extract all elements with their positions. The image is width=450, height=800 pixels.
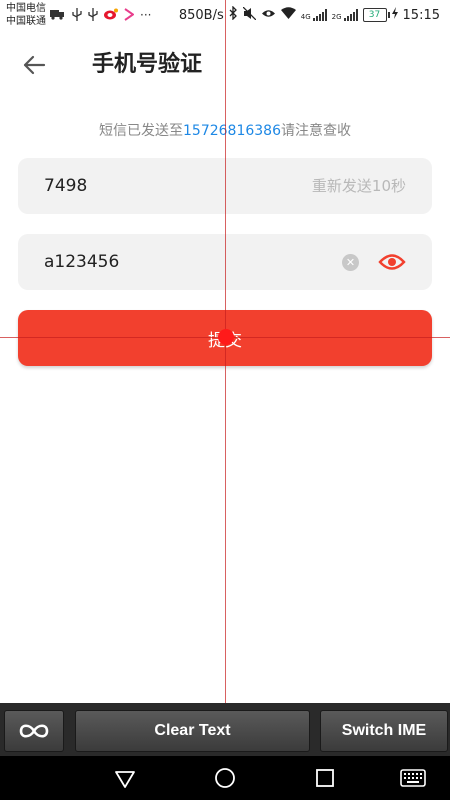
truck-icon (50, 8, 66, 24)
phone-number: 15726816386 (183, 123, 281, 139)
switch-ime-button[interactable]: Switch IME (320, 710, 448, 752)
infinity-icon (19, 724, 49, 738)
ime-toolbar: Clear Text Switch IME (0, 703, 450, 756)
nav-back-icon[interactable] (113, 766, 137, 790)
nav-recents-icon[interactable] (313, 766, 337, 790)
touch-crosshair-vertical (225, 0, 226, 800)
notice-prefix: 短信已发送至 (99, 123, 183, 139)
keyboard-icon[interactable] (400, 766, 426, 790)
app-arrow-icon (124, 8, 135, 24)
resend-countdown: 重新发送10秒 (311, 177, 406, 195)
notification-icons: ··· (50, 8, 151, 24)
carrier-1: 中国电信 (6, 3, 46, 14)
signal-icon-1: 4G (301, 9, 327, 21)
network-type-label: 2G (331, 13, 342, 21)
touch-indicator (218, 329, 234, 345)
status-right: 850B/s 4G 2G 37 15:15 (178, 5, 440, 24)
page-title: 手机号验证 (92, 52, 203, 77)
back-arrow-icon[interactable] (20, 50, 50, 80)
password-input[interactable]: a123456 (44, 234, 119, 290)
eye-comfort-icon (261, 8, 276, 23)
network-type-label: 4G (300, 13, 311, 21)
clear-icon[interactable]: ✕ (342, 254, 359, 271)
battery-icon: 37 (362, 8, 390, 22)
carrier-labels: 中国电信 中国联通 (6, 2, 46, 28)
wifi-icon (280, 7, 296, 23)
bluetooth-icon (229, 5, 238, 24)
infinity-button[interactable] (4, 710, 64, 752)
notice-suffix: 请注意查收 (280, 123, 351, 139)
mute-icon (242, 6, 257, 24)
signal-icon-2: 2G (332, 9, 358, 21)
clear-text-button[interactable]: Clear Text (75, 710, 310, 752)
navigation-bar (0, 756, 450, 800)
usb-icon (72, 8, 82, 24)
verification-code-input[interactable]: 7498 (44, 158, 87, 214)
eye-icon[interactable] (378, 252, 406, 272)
clock: 15:15 (402, 7, 440, 23)
nav-home-icon[interactable] (213, 766, 237, 790)
carrier-2: 中国联通 (6, 16, 46, 27)
network-speed: 850B/s (178, 7, 224, 23)
weibo-icon (104, 8, 118, 24)
usb-icon (88, 8, 98, 24)
more-notifications: ··· (140, 8, 152, 22)
charging-icon (391, 7, 398, 23)
